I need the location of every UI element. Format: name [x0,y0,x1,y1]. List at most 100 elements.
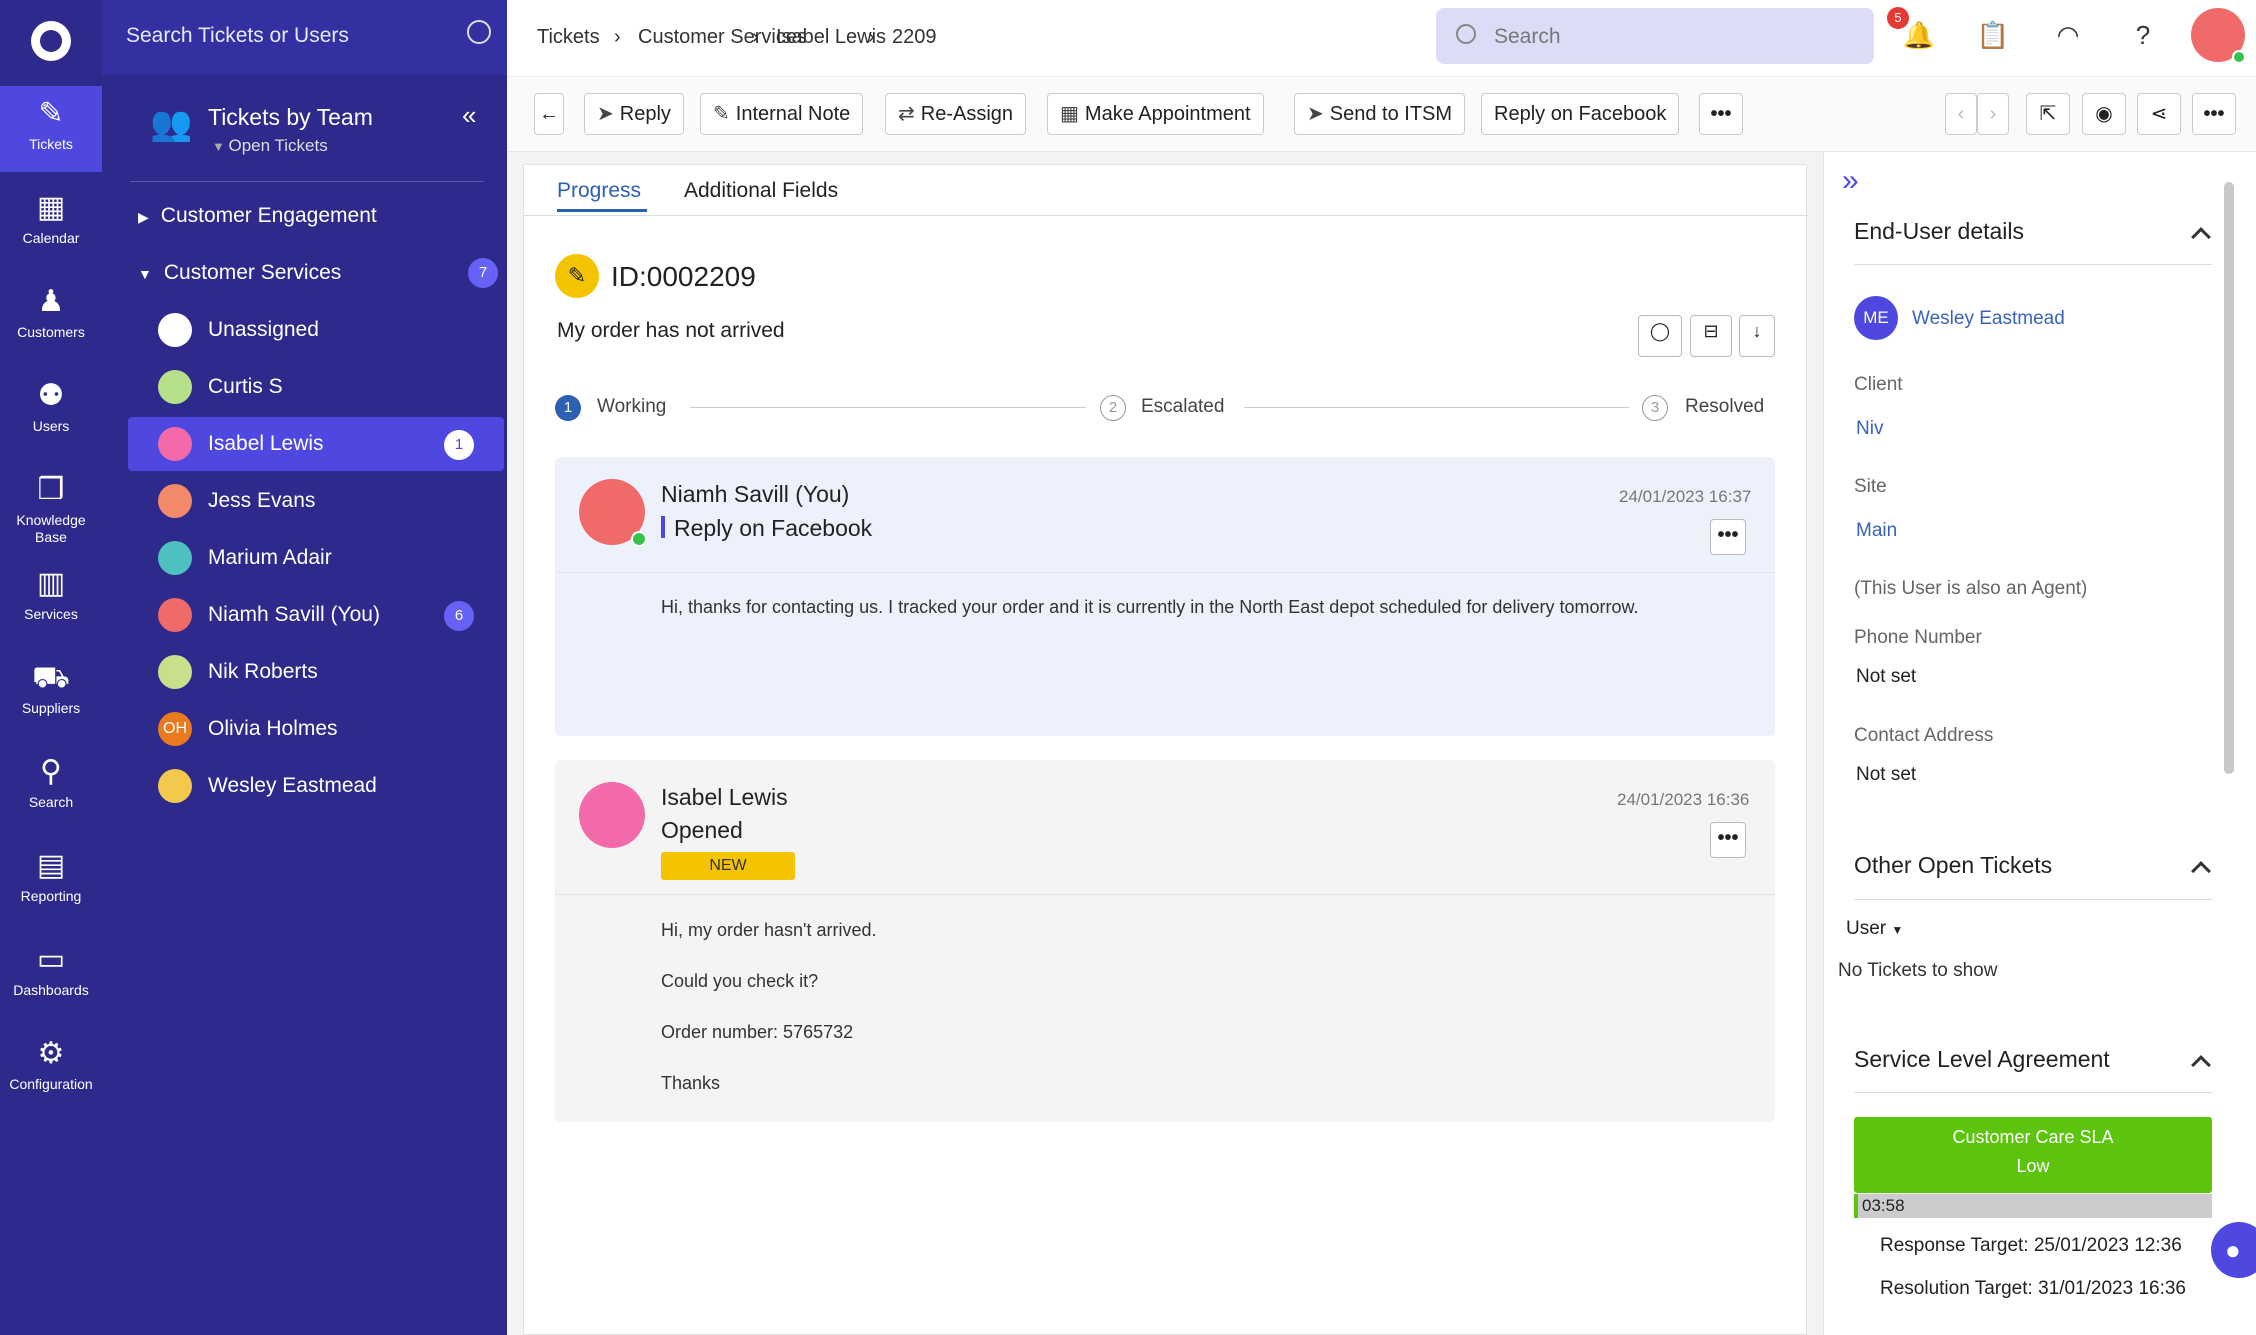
site-link[interactable]: Main [1856,520,1897,542]
chevron-up-icon[interactable] [2191,861,2211,881]
collapse-panel-icon[interactable]: « [462,100,476,131]
online-status-dot [2232,50,2246,64]
user-filter-value: User [1846,918,1887,939]
agent-item[interactable]: Curtis S [128,360,504,414]
rail-item-services[interactable]: ▥ Services [0,556,102,644]
reply-button[interactable]: ➤ Reply [584,93,684,135]
agent-name: Marium Adair [208,546,332,569]
more-actions-button[interactable]: ••• [1699,93,1743,135]
breadcrumb-item: 2209 [892,26,937,48]
message-options-button[interactable]: ••• [1710,519,1746,555]
enduser-avatar: ME [1854,296,1898,340]
rail-item-reporting[interactable]: ▤ Reporting [0,838,102,926]
help-icon[interactable]: ? [2125,20,2161,51]
sla-timer-bar: 03:58 [1854,1194,2212,1218]
rail-item-suppliers[interactable]: ⛟ Suppliers [0,650,102,738]
global-search-input[interactable]: Search [1436,8,1874,64]
rail-item-tickets[interactable]: ✎ Tickets [0,86,102,172]
agent-item[interactable]: Niamh Savill (You) 6 [128,588,504,642]
rail-item-calendar[interactable]: ▦ Calendar [0,180,102,268]
make-appointment-button[interactable]: ▦ Make Appointment [1047,93,1264,135]
customer-icon: ♟ [37,285,65,318]
sla-timer-fill [1854,1194,1858,1218]
calendar-icon: ▦ [36,191,66,224]
reassign-button[interactable]: ⇄ Re-Assign [885,93,1027,135]
tab-additional-fields[interactable]: Additional Fields [684,179,838,203]
prev-ticket-button[interactable]: ‹ [1945,93,1977,135]
search-icon: ⚲ [40,755,62,788]
agent-item[interactable]: Jess Evans [128,474,504,528]
caret-down-icon: ▼ [138,266,152,282]
ticket-icon: ✎ [38,97,64,130]
back-button[interactable]: ← [534,93,564,135]
enduser-heading: End-User details [1854,218,2025,244]
step-escalated: Escalated [1141,396,1225,417]
ticket-user-search[interactable]: Search Tickets or Users [102,0,507,75]
rail-item-users[interactable]: ⚉ Users [0,368,102,456]
rail-item-dashboards[interactable]: ▭ Dashboards [0,932,102,1020]
chevron-up-icon[interactable] [2191,1055,2211,1075]
search-icon[interactable] [467,20,491,44]
chevron-up-icon[interactable] [2191,227,2211,247]
user-filter-dropdown[interactable]: User ▼ [1846,918,1903,940]
minimise-button[interactable]: ⊟ [1690,315,1732,357]
reply-type-marker [661,516,665,538]
rail-item-search[interactable]: ⚲ Search [0,744,102,832]
reply-on-facebook-button[interactable]: Reply on Facebook [1481,93,1680,135]
avatar [158,427,192,461]
users-icon: ⚉ [37,379,65,412]
agent-item[interactable]: Nik Roberts [128,645,504,699]
sla-name: Customer Care SLA [1952,1127,2114,1147]
rail-item-configuration[interactable]: ⚙ Configuration [0,1026,102,1114]
scroll-down-button[interactable]: ↓ [1739,315,1775,357]
monitor-icon: ▭ [36,943,66,976]
enduser-name-link[interactable]: Wesley Eastmead [1912,308,2065,330]
ticket-summary: My order has not arrived [557,319,785,342]
open-external-button[interactable]: ⇱ [2026,93,2070,135]
team-group[interactable]: ▼ Customer Services 7 [128,247,498,299]
clipboard-icon[interactable]: 📋 [1975,20,2011,51]
expand-panel-icon[interactable]: » [1842,164,1859,198]
message-body-line: Order number: 5765732 [661,1022,854,1042]
agent-item[interactable]: Unassigned [128,303,504,357]
speech-bubble-icon: ◯ [1649,321,1671,341]
step-connector [690,407,1086,408]
step-1-marker: 1 [555,395,581,421]
next-ticket-button[interactable]: › [1977,93,2009,135]
arrow-left-icon: ← [539,103,559,125]
rail-item-label: Dashboards [13,982,89,998]
phone-label: Phone Number [1854,627,1982,648]
divider [555,572,1775,573]
app-logo[interactable] [31,21,71,61]
gear-icon: ⚙ [37,1037,65,1070]
comment-button[interactable]: ◯ [1638,315,1682,357]
rail-item-label: Services [24,606,78,622]
other-tickets-heading: Other Open Tickets [1854,852,2053,878]
step-connector [1244,407,1629,408]
sla-priority: Low [2016,1156,2050,1176]
toolbar-more-button[interactable]: ••• [2192,93,2236,135]
truck-icon: ⛟ [32,661,70,694]
swap-icon: ⇄ [898,103,915,125]
send-to-itsm-button[interactable]: ➤ Send to ITSM [1294,93,1466,135]
message-body: Hi, thanks for contacting us. I tracked … [661,597,1639,617]
agent-item[interactable]: Marium Adair [128,531,504,585]
report-icon: ▤ [36,849,66,882]
internal-note-button[interactable]: ✎ Internal Note [700,93,864,135]
message-options-button[interactable]: ••• [1710,822,1746,858]
team-group[interactable]: ▶ Customer Engagement [128,190,498,242]
minus-box-icon: ⊟ [1703,321,1719,341]
share-button[interactable]: ⋖ [2137,93,2181,135]
breadcrumb-item[interactable]: Tickets [537,26,600,49]
agent-item[interactable]: Isabel Lewis 1 [128,417,504,471]
tab-progress[interactable]: Progress [557,179,641,203]
rail-item-knowledge[interactable]: ❒ Knowledge Base [0,462,102,550]
scrollbar[interactable] [2224,182,2234,774]
rss-icon[interactable]: ◠ [2050,20,2086,51]
watch-button[interactable]: ◉ [2082,93,2126,135]
client-link[interactable]: Niv [1856,418,1883,440]
agent-item[interactable]: Wesley Eastmead [128,759,504,813]
avatar [579,782,645,848]
agent-item[interactable]: OH Olivia Holmes [128,702,504,756]
rail-item-customers[interactable]: ♟ Customers [0,274,102,362]
